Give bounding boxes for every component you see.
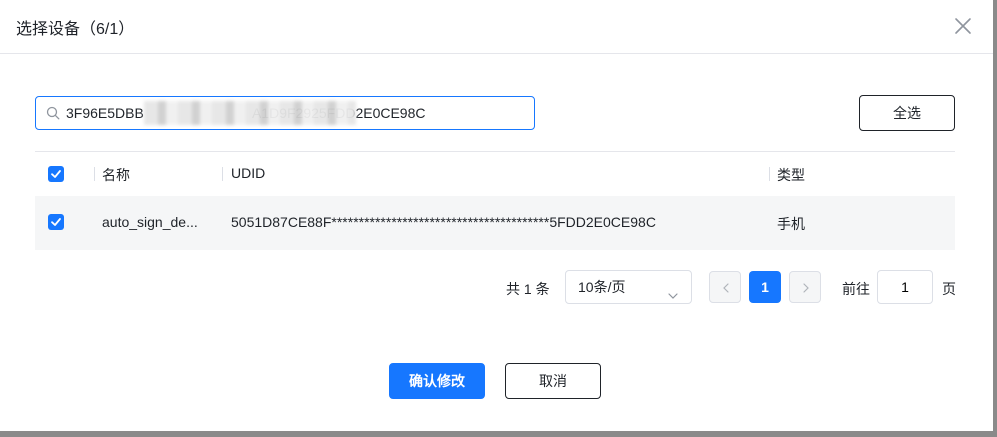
column-divider [222,167,223,181]
redaction-blur [144,101,356,125]
goto-label: 前往 [842,281,870,297]
chevron-left-icon [723,283,729,293]
select-device-dialog: 选择设备（6/1） 全选 名称 UDID [0,0,993,431]
device-name: auto_sign_de... [102,214,198,230]
pagination: 共 1 条 10条/页 1 前往 页 [0,270,993,304]
device-table: 名称 UDID 类型 auto_sign_de... 5051D87CE88F*… [35,151,955,250]
pagination-total: 共 1 条 [506,281,550,297]
chevron-right-icon [803,283,809,293]
confirm-button[interactable]: 确认修改 [389,363,485,399]
column-header-name: 名称 [102,167,130,183]
goto-page-input[interactable] [877,270,933,304]
page-size-value: 10条/页 [578,279,626,295]
table-header: 名称 UDID 类型 [35,151,955,196]
prev-page-button[interactable] [709,271,741,303]
column-header-type: 类型 [777,167,805,183]
device-type: 手机 [777,216,805,232]
close-icon[interactable] [952,15,974,37]
table-row[interactable]: auto_sign_de... 5051D87CE88F************… [35,196,955,250]
column-header-udid: UDID [231,165,266,181]
search-icon [46,106,60,120]
dialog-header: 选择设备（6/1） [0,0,993,54]
next-page-button[interactable] [789,271,821,303]
column-divider [769,167,770,181]
check-icon [51,218,61,226]
page-number-current[interactable]: 1 [749,271,781,303]
cancel-button[interactable]: 取消 [505,363,601,399]
chevron-down-icon [667,281,679,313]
page-suffix-label: 页 [942,281,956,297]
backdrop-edge [0,431,997,437]
device-udid: 5051D87CE88F****************************… [231,214,656,230]
check-icon [51,170,61,178]
column-divider [94,167,95,181]
backdrop-edge [993,0,997,437]
page-size-select[interactable]: 10条/页 [565,270,692,304]
dialog-title: 选择设备（6/1） [16,21,135,38]
select-all-checkbox[interactable] [48,166,64,182]
row-checkbox[interactable] [48,214,64,230]
search-field[interactable] [35,96,535,130]
select-all-button[interactable]: 全选 [859,95,955,131]
